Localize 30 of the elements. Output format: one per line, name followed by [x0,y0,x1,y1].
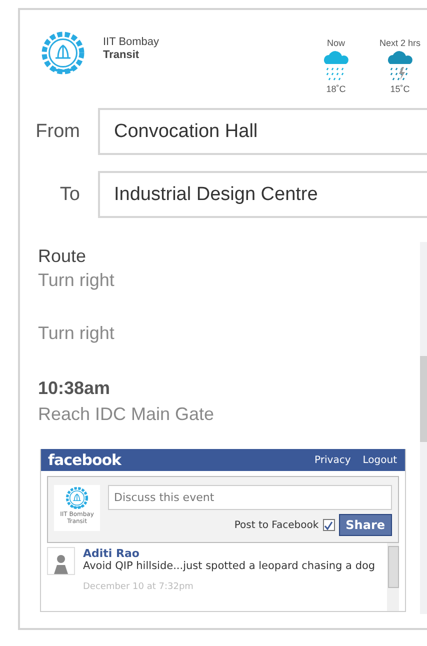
forecast-label: Now [326,38,345,48]
forecast-label: Next 2 hrs [379,38,420,48]
temperature: 18˚C [326,84,346,94]
field-label: To [58,184,81,206]
share-button[interactable]: Share [338,514,392,536]
rain-cloud-icon [322,48,350,82]
temperature: 15˚C [390,84,410,94]
comment-date: December 10 at 7:32pm [83,582,194,592]
post-checkbox[interactable] [322,519,335,531]
person-icon [53,554,69,574]
emblem-logo-icon [64,485,90,511]
facebook-logo: facebook [48,451,122,469]
org-name: IIT Bombay [103,36,160,49]
field-label: From [34,120,81,142]
route-title: Route [38,245,88,268]
comment-text: Avoid QIP hillside...just spotted a leopard chasing a dog [83,560,376,572]
comment-field[interactable]: Discuss this event [108,485,392,510]
header-link[interactable]: Logout [362,454,397,466]
app-name: Transit [103,49,140,62]
comment-scrollbar[interactable] [387,543,399,611]
route-step: Turn right [38,321,420,345]
route-step: Turn right [38,268,420,292]
header-link[interactable]: Privacy [314,454,351,466]
post-label: Post to Facebook [234,520,319,530]
route-step: Reach IDC Main Gate [38,402,420,426]
storm-cloud-icon [386,48,414,82]
arrival-time: 10:38am [38,377,112,400]
location-field[interactable]: Convocation Hall [98,108,427,155]
comment-author[interactable]: Aditi Rao [83,547,376,560]
location-field[interactable]: Industrial Design Centre [98,171,427,218]
